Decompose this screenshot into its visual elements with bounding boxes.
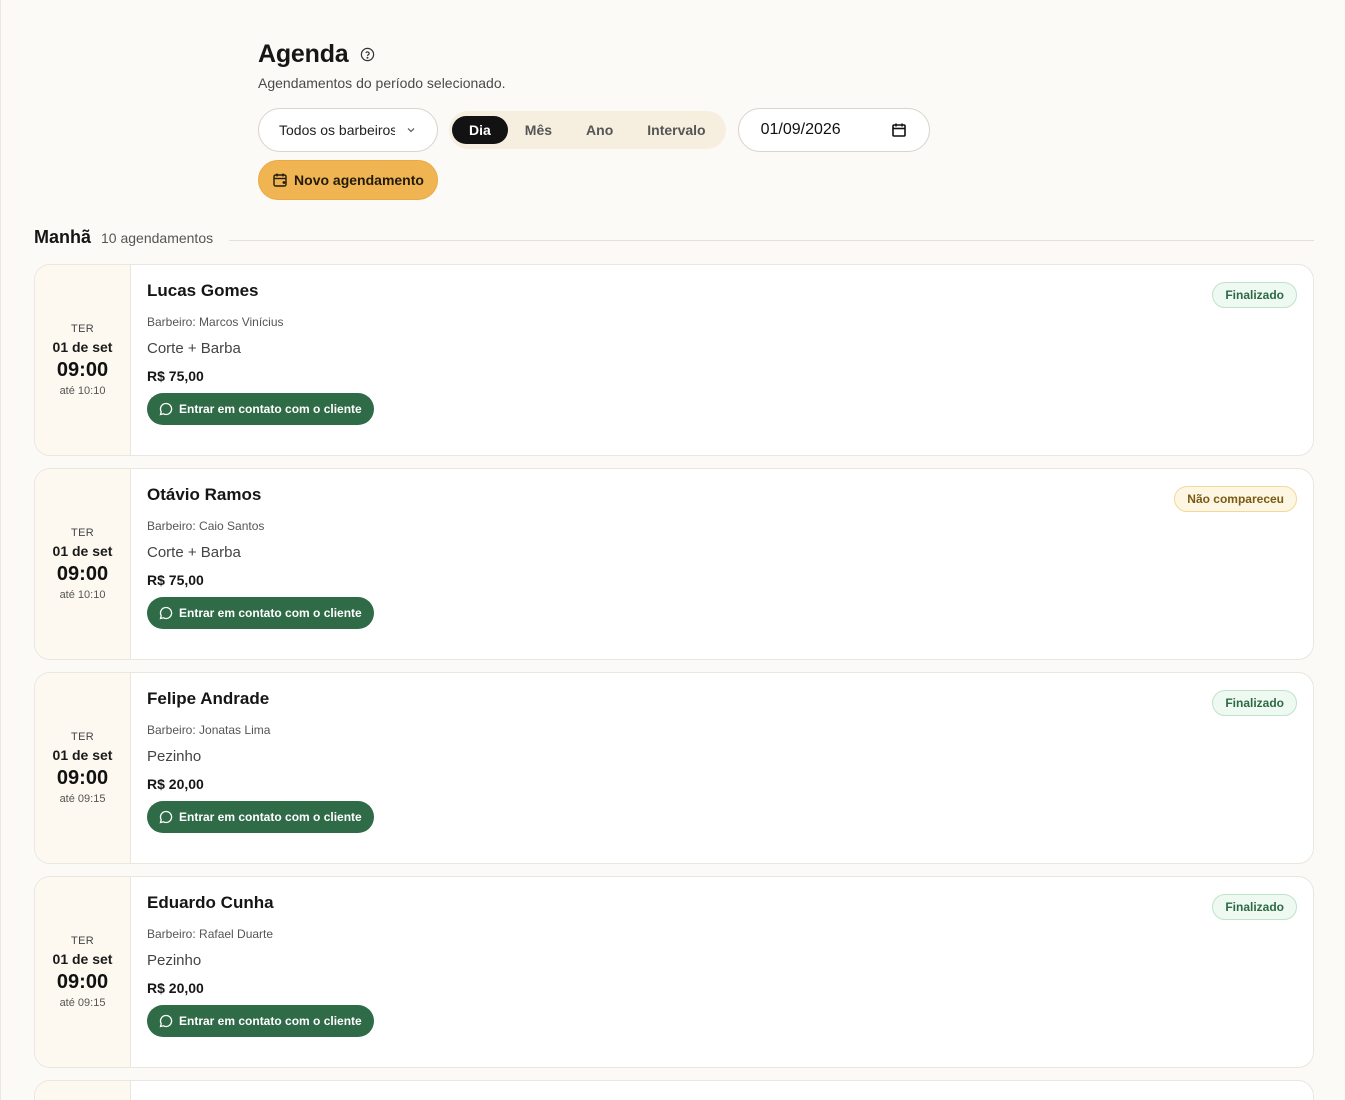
appointment-start-time: 09:00 (56, 563, 109, 585)
appointment-details: Otávio Ramos Barbeiro: Caio Santos Corte… (131, 469, 1313, 659)
service-name: Pezinho (147, 748, 202, 765)
barber-name: Barbeiro: Rafael Duarte (147, 927, 274, 941)
agenda-page: Agenda Agendamentos do período seleciona… (0, 0, 1345, 1100)
client-name: Lucas Gomes (147, 281, 259, 300)
status-badge: Não compareceu (1174, 486, 1297, 512)
date-input-value: 01/09/2026 (760, 121, 841, 138)
new-appointment-label: Novo agendamento (294, 172, 424, 188)
service-name: Corte + Barba (147, 340, 241, 357)
service-name: Pezinho (147, 952, 202, 969)
appointment-date: 01 de set (52, 339, 113, 355)
barber-name: Barbeiro: Marcos Vinícius (147, 315, 284, 329)
service-price: R$ 75,00 (147, 368, 204, 384)
client-name: Eduardo Cunha (147, 893, 274, 912)
appointment-weekday: TER (71, 935, 94, 947)
appointment-start-time: 09:00 (56, 359, 109, 381)
calendar-icon[interactable] (891, 122, 907, 138)
appointment-card[interactable]: TER 01 de set 09:00 até 09:15 Felipe And… (34, 672, 1314, 864)
contact-client-button[interactable]: Entrar em contato com o cliente (147, 393, 374, 425)
page-title: Agenda (258, 40, 349, 68)
view-mode-tabs: Dia Mês Ano Intervalo (449, 111, 726, 149)
appointment-time-block: TER 01 de set 09:00 até 09:15 (35, 673, 131, 863)
appointment-details (131, 1081, 1313, 1100)
section-count: 10 agendamentos (101, 229, 214, 246)
chat-bubble-icon (159, 810, 173, 824)
chat-bubble-icon (159, 402, 173, 416)
tab-dia[interactable]: Dia (452, 116, 508, 144)
tab-ano[interactable]: Ano (569, 116, 630, 144)
section-divider (229, 240, 1314, 241)
chat-bubble-icon (159, 606, 173, 620)
contact-client-label: Entrar em contato com o cliente (179, 1014, 362, 1028)
appointment-card[interactable] (34, 1080, 1314, 1100)
service-price: R$ 75,00 (147, 572, 204, 588)
status-badge: Finalizado (1212, 894, 1297, 920)
filter-bar: Todos os barbeiros Dia Mês Ano Intervalo… (258, 108, 930, 152)
appointment-date: 01 de set (52, 543, 113, 559)
appointment-details: Lucas Gomes Barbeiro: Marcos Vinícius Co… (131, 265, 1313, 455)
barber-name: Barbeiro: Caio Santos (147, 519, 265, 533)
title-row: Agenda (258, 40, 506, 69)
status-badge: Finalizado (1212, 282, 1297, 308)
chat-bubble-icon (159, 1014, 173, 1028)
appointment-date: 01 de set (52, 951, 113, 967)
service-name: Corte + Barba (147, 544, 241, 561)
appointment-card[interactable]: TER 01 de set 09:00 até 09:15 Eduardo Cu… (34, 876, 1314, 1068)
status-badge: Finalizado (1212, 690, 1297, 716)
appointment-date: 01 de set (52, 747, 113, 763)
barber-name: Barbeiro: Jonatas Lima (147, 723, 271, 737)
appointment-end-time: até 09:15 (59, 997, 106, 1009)
appointment-time-block: TER 01 de set 09:00 até 09:15 (35, 877, 131, 1067)
appointment-time-block: TER 01 de set 09:00 até 10:10 (35, 265, 131, 455)
section-header-morning: Manhã 10 agendamentos (34, 227, 1314, 248)
section-title: Manhã (34, 227, 92, 247)
appointment-card[interactable]: TER 01 de set 09:00 até 10:10 Lucas Gome… (34, 264, 1314, 456)
tab-mes[interactable]: Mês (508, 116, 569, 144)
appointment-weekday: TER (71, 323, 94, 335)
contact-client-label: Entrar em contato com o cliente (179, 402, 362, 416)
service-price: R$ 20,00 (147, 776, 204, 792)
appointment-start-time: 09:00 (56, 971, 109, 993)
appointment-end-time: até 10:10 (59, 589, 106, 601)
help-circle-icon[interactable] (360, 47, 375, 62)
page-subtitle: Agendamentos do período selecionado. (258, 75, 506, 91)
barber-select[interactable]: Todos os barbeiros (258, 108, 438, 152)
appointment-time-block (35, 1081, 131, 1100)
appointment-weekday: TER (71, 527, 94, 539)
appointment-end-time: até 09:15 (59, 793, 106, 805)
contact-client-button[interactable]: Entrar em contato com o cliente (147, 597, 374, 629)
appointment-card[interactable]: TER 01 de set 09:00 até 10:10 Otávio Ram… (34, 468, 1314, 660)
chevron-down-icon (405, 124, 417, 136)
tab-intervalo[interactable]: Intervalo (630, 116, 722, 144)
appointment-end-time: até 10:10 (59, 385, 106, 397)
date-input[interactable]: 01/09/2026 (737, 108, 930, 152)
appointment-time-block: TER 01 de set 09:00 até 10:10 (35, 469, 131, 659)
appointment-details: Eduardo Cunha Barbeiro: Rafael Duarte Pe… (131, 877, 1313, 1067)
barber-select-value: Todos os barbeiros (279, 122, 395, 138)
contact-client-label: Entrar em contato com o cliente (179, 810, 362, 824)
service-price: R$ 20,00 (147, 980, 204, 996)
appointment-list: TER 01 de set 09:00 até 10:10 Lucas Gome… (34, 264, 1314, 1100)
contact-client-button[interactable]: Entrar em contato com o cliente (147, 801, 374, 833)
appointment-details: Felipe Andrade Barbeiro: Jonatas Lima Pe… (131, 673, 1313, 863)
page-header: Agenda Agendamentos do período seleciona… (258, 40, 506, 91)
appointment-weekday: TER (71, 731, 94, 743)
client-name: Otávio Ramos (147, 485, 262, 504)
contact-client-label: Entrar em contato com o cliente (179, 606, 362, 620)
new-appointment-button[interactable]: Novo agendamento (258, 160, 438, 200)
calendar-plus-icon (272, 172, 288, 188)
appointment-start-time: 09:00 (56, 767, 109, 789)
contact-client-button[interactable]: Entrar em contato com o cliente (147, 1005, 374, 1037)
client-name: Felipe Andrade (147, 689, 270, 708)
